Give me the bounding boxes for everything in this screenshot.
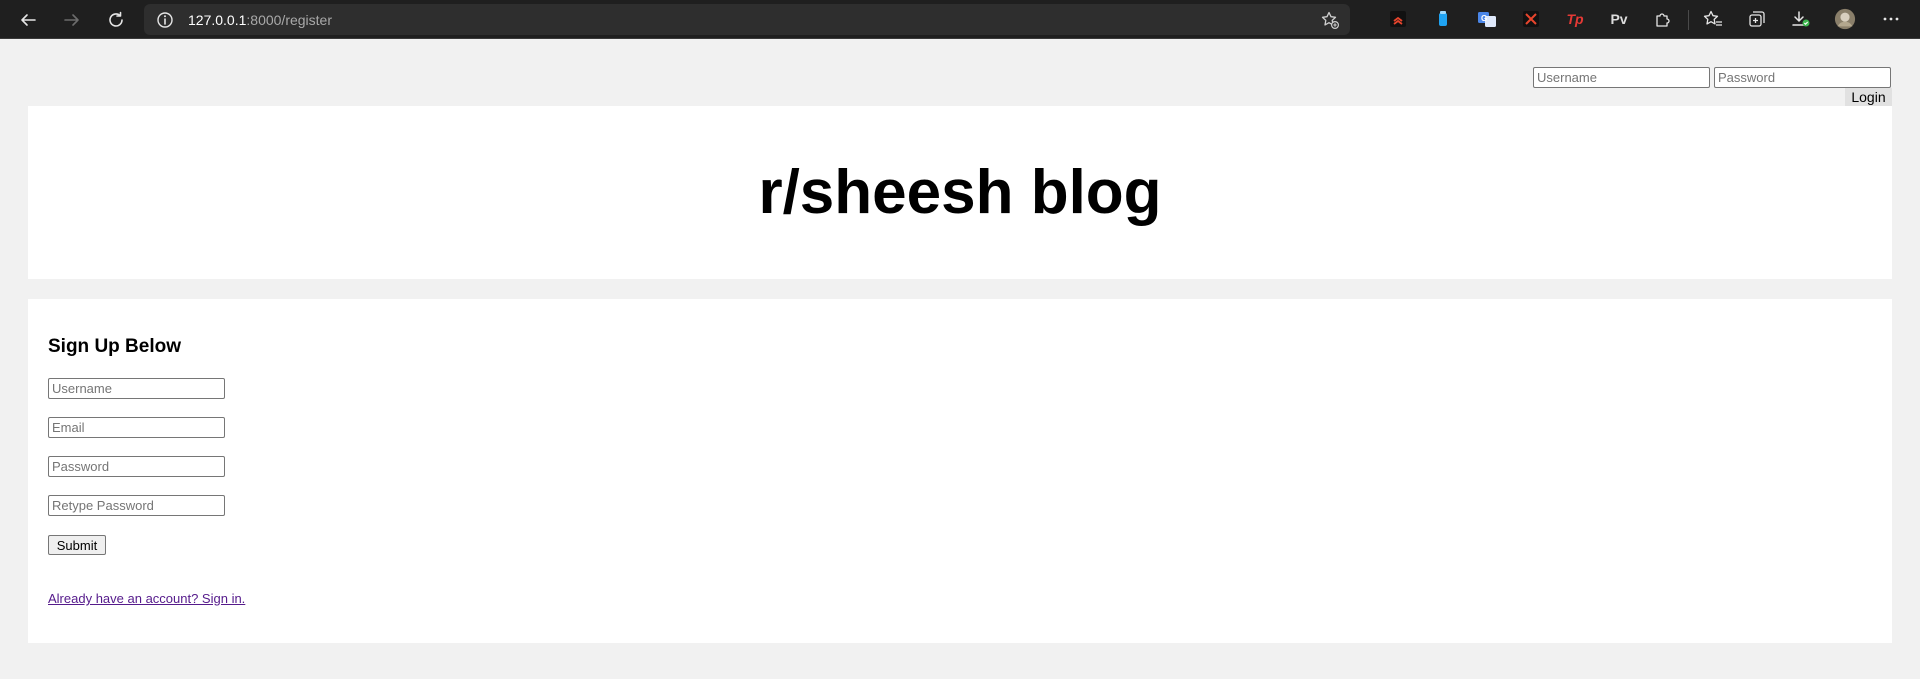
browser-toolbar: 127.0.0.1:8000/register G Tp Pv [0,0,1920,39]
submit-button[interactable]: Submit [48,535,106,555]
ext-translate-glyph: G [1478,12,1496,27]
register-username-input[interactable] [48,378,225,399]
ext-blue-cup-glyph [1439,11,1447,26]
url-host: 127.0.0.1 [188,12,247,28]
add-favorite-icon[interactable] [1320,10,1340,30]
profile-avatar[interactable] [1834,8,1856,30]
site-info-icon[interactable] [156,11,174,29]
extensions-icon[interactable] [1652,8,1674,30]
collections-icon[interactable] [1746,8,1768,30]
ext-translate-icon[interactable]: G [1476,8,1498,30]
register-retype-password-input[interactable] [48,495,225,516]
toolbar-divider [1688,10,1689,30]
svg-text:G: G [1481,14,1487,23]
forward-arrow-icon [64,14,79,26]
reload-button[interactable] [102,6,130,34]
ext-red-chevrons-icon[interactable] [1387,8,1409,30]
ext-blue-cup-icon[interactable] [1432,8,1454,30]
login-username-input[interactable] [1533,67,1710,88]
url-path: :8000/register [246,12,332,28]
forward-button[interactable] [58,6,86,34]
ext-pv-icon[interactable]: Pv [1608,8,1630,30]
favorites-icon[interactable] [1702,8,1724,30]
back-button[interactable] [14,6,42,34]
ext-tp-label: Tp [1566,11,1584,27]
ext-red-x-glyph [1523,11,1539,27]
site-header: r/sheesh blog [28,106,1892,279]
address-bar[interactable]: 127.0.0.1:8000/register [144,4,1350,35]
register-email-input[interactable] [48,417,225,438]
signin-link[interactable]: Already have an account? Sign in. [48,591,245,606]
back-arrow-icon [21,14,36,26]
register-heading: Sign Up Below [48,336,181,357]
more-menu-icon[interactable] [1880,8,1902,30]
ext-tp-icon[interactable]: Tp [1564,8,1586,30]
reload-icon [109,11,123,27]
register-password-input[interactable] [48,456,225,477]
login-password-input[interactable] [1714,67,1891,88]
star-list-icon [1703,10,1722,26]
site-title: r/sheesh blog [758,158,1162,227]
ext-red-x-icon[interactable] [1520,8,1542,30]
ext-pv-label: Pv [1610,11,1628,27]
collections-glyph [1749,11,1765,27]
download-glyph [1792,11,1810,27]
url-text[interactable]: 127.0.0.1:8000/register [188,12,332,28]
ellipsis-icon [1883,17,1899,21]
puzzle-icon [1656,13,1670,27]
register-panel: Sign Up Below Submit Already have an acc… [28,299,1892,643]
downloads-icon[interactable] [1790,8,1812,30]
login-button[interactable]: Login [1845,88,1892,106]
avatar-icon [1834,8,1856,30]
ext-red-chevrons-glyph [1390,11,1406,27]
